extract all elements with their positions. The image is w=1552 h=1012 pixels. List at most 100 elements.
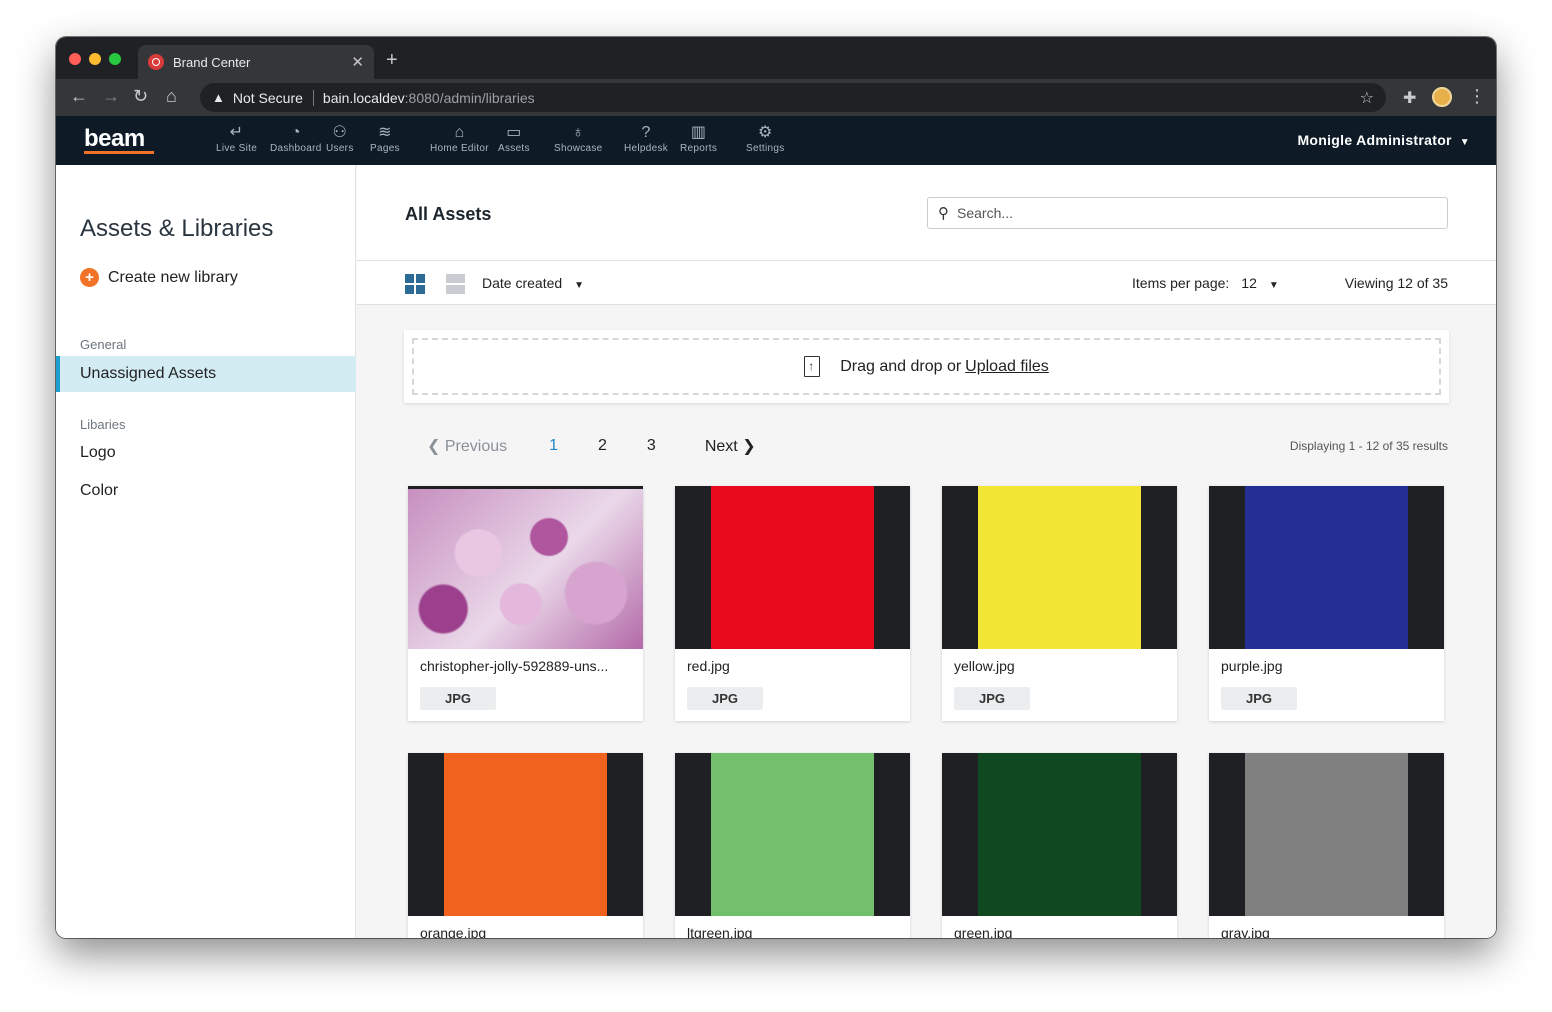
content-header: All Assets ⚲ xyxy=(357,165,1496,261)
sidebar-section-libraries: Libaries xyxy=(80,417,126,432)
dropzone-text: Drag and drop or xyxy=(840,357,962,375)
asset-thumbnail[interactable] xyxy=(675,753,910,916)
file-type-badge: JPG xyxy=(954,687,1030,710)
profile-avatar[interactable] xyxy=(1432,87,1452,107)
sidebar-item-unassigned-assets[interactable]: Unassigned Assets xyxy=(56,356,356,392)
asset-card[interactable]: purple.jpg JPG xyxy=(1209,486,1444,721)
nav-item-assets[interactable]: ▭ Assets xyxy=(498,123,530,154)
page-3-button[interactable]: 3 xyxy=(647,437,656,455)
page-2-button[interactable]: 2 xyxy=(598,437,607,455)
asset-card[interactable]: yellow.jpg JPG xyxy=(942,486,1177,721)
filter-bar: Date created ▼ Items per page: 12 ▼ Viewing… xyxy=(357,261,1496,305)
asset-thumbnail[interactable] xyxy=(675,486,910,649)
asset-card[interactable]: orange.jpgJPG xyxy=(408,753,643,938)
file-type-badge: JPG xyxy=(1221,687,1297,710)
asset-thumbnail[interactable] xyxy=(408,486,643,649)
upload-files-link[interactable]: Upload files xyxy=(965,358,1049,376)
reload-icon[interactable]: ↻ xyxy=(133,86,148,107)
asset-card[interactable]: red.jpg JPG xyxy=(675,486,910,721)
new-tab-button[interactable]: + xyxy=(386,49,398,72)
create-library-button[interactable]: + Create new library xyxy=(80,268,238,287)
tab-strip: Brand Center ✕ + xyxy=(56,37,1496,79)
close-window-button[interactable] xyxy=(69,53,81,65)
asset-name[interactable]: orange.jpg xyxy=(420,925,630,938)
maximize-window-button[interactable] xyxy=(109,53,121,65)
asset-name[interactable]: green.jpg xyxy=(954,925,1164,938)
user-name: Monigle Administrator xyxy=(1297,132,1452,148)
main-content: All Assets ⚲ Date created ▼ Items per pag… xyxy=(357,165,1496,938)
grid-view-icon[interactable] xyxy=(405,274,425,294)
next-page-button[interactable]: Next ❯ xyxy=(705,436,756,456)
color-swatch xyxy=(978,486,1141,649)
sidebar-item-color[interactable]: Color xyxy=(56,473,356,509)
previous-label: Previous xyxy=(444,438,508,455)
asset-card[interactable]: gray.jpgJPG xyxy=(1209,753,1444,938)
sidebar-section-general: General xyxy=(80,337,127,352)
asset-thumbnail[interactable] xyxy=(1209,486,1444,649)
nav-label: Live Site xyxy=(216,143,258,154)
color-swatch xyxy=(1245,753,1408,916)
nav-item-dashboard[interactable]: ◔ Dashboard xyxy=(270,123,322,154)
page-1-button[interactable]: 1 xyxy=(549,437,558,455)
chevron-right-icon: ❯ xyxy=(742,438,756,455)
items-per-page-select[interactable]: Items per page: 12 ▼ xyxy=(1132,275,1279,291)
color-swatch xyxy=(444,753,607,916)
app-header: beam ↵ Live Site ◔ Dashboard ⚇ Users ≋ Pages ⌂ Ho… xyxy=(56,116,1496,165)
back-arrow-icon[interactable]: ← xyxy=(70,86,88,107)
bookmark-star-icon[interactable]: ☆ xyxy=(1360,88,1374,108)
nav-item-settings[interactable]: ⚙ Settings xyxy=(746,123,785,154)
search-input[interactable] xyxy=(957,205,1447,221)
previous-page-button[interactable]: ❮ Previous xyxy=(427,436,507,456)
search-field[interactable]: ⚲ xyxy=(927,197,1448,229)
help-bubble-icon: ? xyxy=(641,124,651,141)
user-menu[interactable]: Monigle Administrator ▼ xyxy=(1297,132,1470,148)
url-path: :8080/admin/libraries xyxy=(404,89,535,106)
sidebar-item-logo[interactable]: Logo xyxy=(56,435,356,471)
asset-name[interactable]: gray.jpg xyxy=(1221,925,1431,938)
extensions-puzzle-icon[interactable]: ✚ xyxy=(1403,88,1416,108)
asset-thumbnail[interactable] xyxy=(942,753,1177,916)
bar-chart-icon: ▥ xyxy=(690,124,707,141)
file-type-badge: JPG xyxy=(687,687,763,710)
chevron-down-icon: ▼ xyxy=(574,280,585,291)
layers-icon: ≋ xyxy=(378,124,392,141)
more-menu-icon[interactable]: ⋮ xyxy=(1468,86,1486,107)
asset-thumbnail[interactable] xyxy=(1209,753,1444,916)
nav-item-reports[interactable]: ▥ Reports xyxy=(680,123,717,154)
nav-item-users[interactable]: ⚇ Users xyxy=(326,123,354,154)
close-tab-icon[interactable]: ✕ xyxy=(351,53,364,71)
asset-name[interactable]: red.jpg xyxy=(687,658,897,674)
asset-name[interactable]: ltgreen.jpg xyxy=(687,925,897,938)
sort-dropdown[interactable]: Date created ▼ xyxy=(482,275,584,291)
asset-card[interactable]: ltgreen.jpgJPG xyxy=(675,753,910,938)
forward-arrow-icon[interactable]: → xyxy=(102,86,120,107)
color-swatch xyxy=(711,753,874,916)
asset-thumbnail[interactable] xyxy=(408,753,643,916)
nav-label: Assets xyxy=(498,143,530,154)
asset-thumbnail[interactable] xyxy=(942,486,1177,649)
upload-dropzone[interactable]: Drag and drop or Upload files xyxy=(404,330,1449,403)
asset-card[interactable]: green.jpgJPG xyxy=(942,753,1177,938)
nav-item-helpdesk[interactable]: ? Helpdesk xyxy=(624,123,668,154)
warning-triangle-icon: ▲ xyxy=(212,90,225,105)
browser-tab[interactable]: Brand Center ✕ xyxy=(138,45,374,79)
home-icon[interactable]: ⌂ xyxy=(166,86,177,107)
nav-label: Users xyxy=(326,143,354,154)
asset-grid: christopher-jolly-592889-uns... JPG red.jp… xyxy=(408,486,1444,938)
asset-name[interactable]: purple.jpg xyxy=(1221,658,1431,674)
beam-logo[interactable]: beam xyxy=(84,125,145,153)
dropzone-area[interactable]: Drag and drop or Upload files xyxy=(412,338,1441,395)
nav-label: Pages xyxy=(370,143,400,154)
asset-card[interactable]: christopher-jolly-592889-uns... JPG xyxy=(408,486,643,721)
nav-item-showcase[interactable]: ♁ Showcase xyxy=(554,123,603,154)
nav-item-home-editor[interactable]: ⌂ Home Editor xyxy=(430,123,489,154)
nav-item-live-site[interactable]: ↵ Live Site xyxy=(216,123,257,154)
list-view-icon[interactable] xyxy=(446,274,465,294)
asset-name[interactable]: yellow.jpg xyxy=(954,658,1164,674)
address-bar[interactable]: ▲ Not Secure bain.localdev :8080/admin/l… xyxy=(200,83,1386,112)
folder-icon: ▭ xyxy=(506,124,522,141)
nav-item-pages[interactable]: ≋ Pages xyxy=(370,123,400,154)
minimize-window-button[interactable] xyxy=(89,53,101,65)
asset-photo xyxy=(408,489,643,649)
asset-name[interactable]: christopher-jolly-592889-uns... xyxy=(420,658,630,674)
